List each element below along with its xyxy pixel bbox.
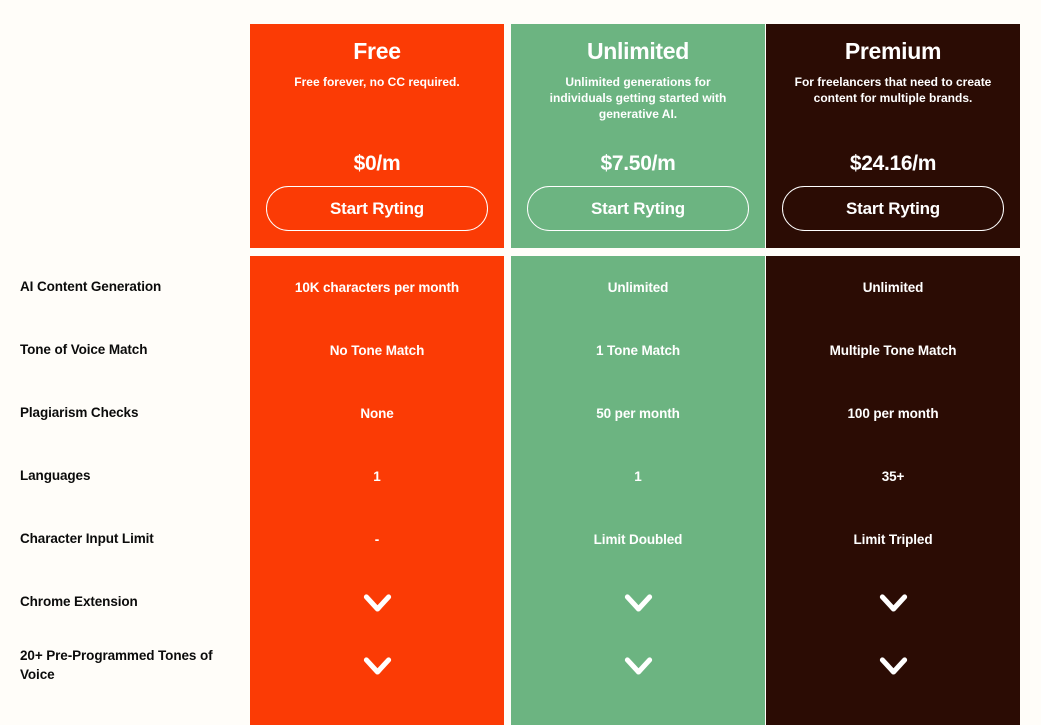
plan-name-free: Free bbox=[353, 38, 401, 64]
check-icon bbox=[879, 657, 907, 675]
plan-description-unlimited: Unlimited generations for individuals ge… bbox=[549, 74, 727, 121]
table-row: Tone of Voice Match No Tone Match 1 Tone M… bbox=[0, 319, 1041, 382]
feature-rows: AI Content Generation 10K characters per … bbox=[0, 256, 1041, 725]
start-ryting-button-premium[interactable]: Start Ryting bbox=[782, 186, 1004, 231]
feature-label: AI Content Generation bbox=[20, 279, 162, 295]
plan-header-premium: Premium For freelancers that need to cre… bbox=[766, 24, 1020, 248]
start-ryting-button-free[interactable]: Start Ryting bbox=[266, 186, 488, 231]
plan-name-premium: Premium bbox=[844, 38, 942, 64]
table-row: AI Content Generation 10K characters per … bbox=[0, 256, 1041, 319]
table-row: Plagiarism Checks None 50 per month 100 per… bbox=[0, 382, 1041, 445]
check-icon bbox=[624, 657, 652, 675]
start-ryting-button-unlimited[interactable]: Start Ryting bbox=[527, 186, 749, 231]
feature-label: 20+ Pre-Programmed Tones of Voice bbox=[20, 648, 213, 682]
plan-price-free: $0/m bbox=[353, 152, 401, 175]
plan-name-unlimited: Unlimited bbox=[586, 38, 690, 64]
feature-value-cell: 1 bbox=[634, 469, 642, 484]
feature-value-cell bbox=[511, 634, 765, 697]
feature-value-cell: Limit Tripled bbox=[853, 532, 933, 547]
feature-value-cell: 100 per month bbox=[847, 406, 939, 421]
feature-label: Tone of Voice Match bbox=[20, 342, 148, 358]
pricing-comparison-table: Free Free forever, no CC required. $0/m … bbox=[0, 0, 1041, 725]
feature-value-cell: None bbox=[360, 406, 394, 421]
feature-value-cell: Multiple Tone Match bbox=[829, 343, 957, 358]
feature-value-cell: 1 bbox=[373, 469, 381, 484]
feature-label: Character Input Limit bbox=[20, 531, 154, 547]
feature-label: Chrome Extension bbox=[20, 594, 138, 610]
feature-value-cell: Unlimited bbox=[607, 280, 669, 295]
plan-description-premium: For freelancers that need to create cont… bbox=[794, 74, 992, 105]
feature-value-cell: 50 per month bbox=[596, 406, 680, 421]
feature-value-cell: Limit Doubled bbox=[593, 532, 683, 547]
check-icon bbox=[624, 594, 652, 612]
check-icon bbox=[363, 657, 391, 675]
feature-value-cell: - bbox=[374, 532, 380, 547]
plan-header-unlimited: Unlimited Unlimited generations for indi… bbox=[511, 24, 765, 248]
table-row: Character Input Limit - Limit Doubled Limit… bbox=[0, 508, 1041, 571]
plan-header-free: Free Free forever, no CC required. $0/m … bbox=[250, 24, 504, 248]
feature-label: Languages bbox=[20, 468, 91, 484]
feature-value-cell: 35+ bbox=[881, 469, 905, 484]
plan-price-unlimited: $7.50/m bbox=[600, 152, 676, 175]
feature-value-cell: No Tone Match bbox=[329, 343, 425, 358]
feature-value-cell: 10K characters per month bbox=[294, 280, 460, 295]
feature-value-cell: Unlimited bbox=[862, 280, 924, 295]
feature-value-cell bbox=[766, 634, 1020, 697]
table-row: Chrome Extension bbox=[0, 571, 1041, 634]
plan-description-free: Free forever, no CC required. bbox=[294, 74, 460, 89]
plan-price-premium: $24.16/m bbox=[849, 152, 937, 175]
feature-value-cell: 1 Tone Match bbox=[595, 343, 681, 358]
check-icon bbox=[879, 594, 907, 612]
feature-value-cell bbox=[511, 571, 765, 634]
feature-label: Plagiarism Checks bbox=[20, 405, 139, 421]
feature-value-cell bbox=[250, 571, 504, 634]
table-row: 20+ Pre-Programmed Tones of Voice bbox=[0, 634, 1041, 697]
feature-value-cell bbox=[250, 634, 504, 697]
check-icon bbox=[363, 594, 391, 612]
table-row: Languages 1 1 35+ bbox=[0, 445, 1041, 508]
feature-value-cell bbox=[766, 571, 1020, 634]
